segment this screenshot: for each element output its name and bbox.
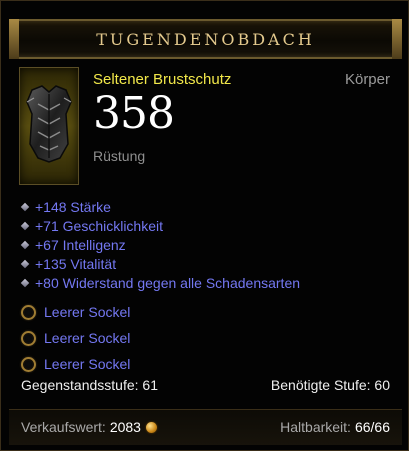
sell-value-label: Verkaufswert: bbox=[21, 419, 106, 435]
item-title: TUGENDENOBDACH bbox=[96, 30, 315, 49]
item-icon-frame bbox=[19, 67, 79, 185]
socket-row: Leerer Sockel bbox=[21, 325, 401, 351]
armor-value: 358 bbox=[93, 88, 175, 139]
socket-label: Leerer Sockel bbox=[44, 304, 131, 320]
chest-armor-icon bbox=[26, 85, 72, 163]
tooltip-footer: Verkaufswert: 2083 Haltbarkeit: 66/66 bbox=[9, 409, 402, 445]
item-level: Gegenstandsstufe: 61 bbox=[21, 377, 158, 393]
durability-label: Haltbarkeit: bbox=[280, 419, 351, 435]
affix-row: +71 Geschicklichkeit bbox=[20, 216, 401, 235]
affix-row: +148 Stärke bbox=[20, 197, 401, 216]
socket-label: Leerer Sockel bbox=[44, 356, 131, 372]
empty-socket-icon bbox=[21, 356, 36, 372]
affix-text: +148 Stärke bbox=[35, 198, 111, 215]
empty-socket-icon bbox=[21, 304, 36, 320]
tooltip-body: Seltener Brustschutz Körper 358 Rüstung … bbox=[9, 67, 402, 402]
gold-coin-icon bbox=[145, 421, 157, 433]
affix-bullet-icon bbox=[20, 221, 30, 230]
affix-bullet-icon bbox=[20, 259, 30, 268]
item-slot: Körper bbox=[344, 71, 390, 88]
durability-value: 66/66 bbox=[354, 419, 390, 435]
header-right-ornament bbox=[392, 19, 402, 59]
item-name: Seltener Brustschutz bbox=[93, 71, 232, 88]
socket-row: Leerer Sockel bbox=[21, 351, 401, 377]
affix-text: +71 Geschicklichkeit bbox=[35, 217, 164, 234]
affix-row: +80 Widerstand gegen alle Schadensarten bbox=[20, 273, 401, 292]
item-tooltip: TUGENDENOBDACH Seltener Brustschutz Körp… bbox=[0, 0, 409, 451]
affix-text: +135 Vitalität bbox=[35, 255, 117, 272]
affix-text: +80 Widerstand gegen alle Schadensarten bbox=[35, 274, 301, 291]
affix-bullet-icon bbox=[20, 202, 30, 211]
affix-row: +135 Vitalität bbox=[20, 254, 401, 273]
affix-bullet-icon bbox=[20, 278, 30, 287]
required-level: Benötigte Stufe: 60 bbox=[270, 377, 390, 393]
socket-list: Leerer Sockel Leerer Sockel Leerer Socke… bbox=[21, 299, 401, 377]
affix-bullet-icon bbox=[20, 240, 30, 249]
durability: Haltbarkeit: 66/66 bbox=[280, 419, 390, 435]
socket-label: Leerer Sockel bbox=[44, 330, 131, 346]
sell-value: Verkaufswert: 2083 bbox=[21, 419, 157, 435]
armor-label: Rüstung bbox=[93, 148, 146, 164]
tooltip-header: TUGENDENOBDACH bbox=[9, 19, 402, 59]
affix-text: +67 Intelligenz bbox=[35, 236, 126, 253]
affix-list: +148 Stärke +71 Geschicklichkeit +67 Int… bbox=[20, 197, 401, 292]
empty-socket-icon bbox=[21, 330, 36, 346]
socket-row: Leerer Sockel bbox=[21, 299, 401, 325]
affix-row: +67 Intelligenz bbox=[20, 235, 401, 254]
sell-value-amount: 2083 bbox=[109, 419, 141, 435]
